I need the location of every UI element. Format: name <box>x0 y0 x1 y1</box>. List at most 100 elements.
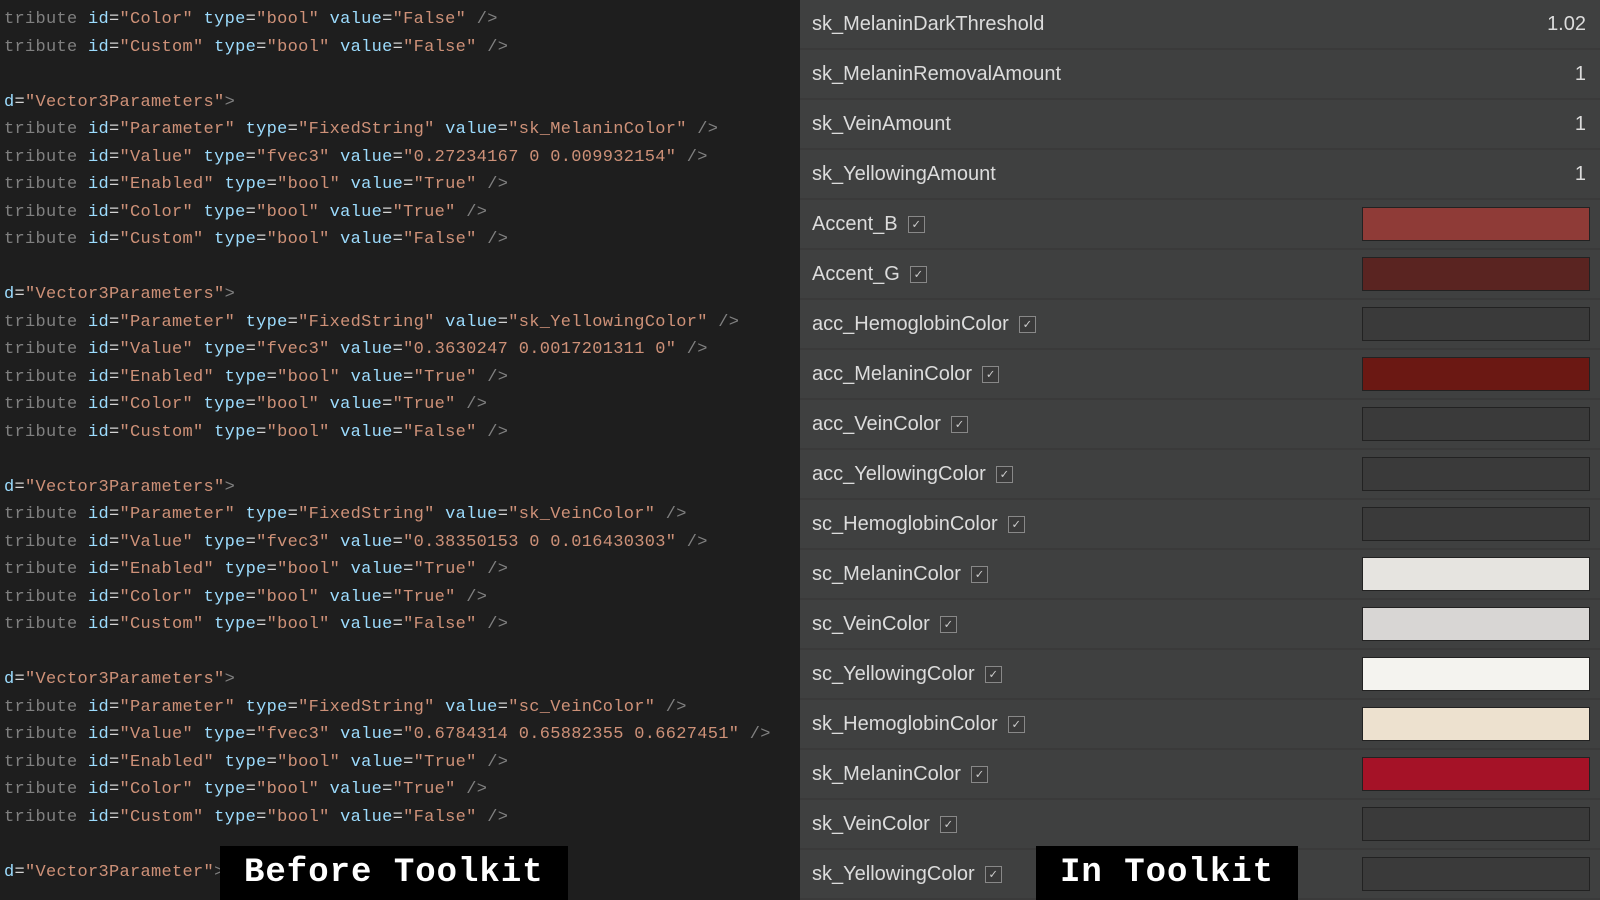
checkbox-icon[interactable]: ✓ <box>982 366 999 383</box>
code-line: tribute id="Enabled" type="bool" value="… <box>4 171 800 199</box>
code-line: tribute id="Color" type="bool" value="Fa… <box>4 6 800 34</box>
code-line: tribute id="Enabled" type="bool" value="… <box>4 364 800 392</box>
code-line <box>4 639 800 667</box>
property-row[interactable]: sk_YellowingAmount1 <box>800 150 1600 200</box>
color-swatch[interactable] <box>1362 457 1590 491</box>
property-label: sc_HemoglobinColor <box>812 513 998 536</box>
color-swatch[interactable] <box>1362 807 1590 841</box>
checkbox-icon[interactable]: ✓ <box>940 816 957 833</box>
property-label: sk_YellowingColor <box>812 863 975 886</box>
color-swatch[interactable] <box>1362 657 1590 691</box>
property-row[interactable]: sc_HemoglobinColor ✓ <box>800 500 1600 550</box>
checkbox-icon[interactable]: ✓ <box>971 566 988 583</box>
property-row[interactable]: acc_VeinColor ✓ <box>800 400 1600 450</box>
code-line: tribute id="Value" type="fvec3" value="0… <box>4 721 800 749</box>
property-row[interactable]: sc_YellowingColor ✓ <box>800 650 1600 700</box>
checkbox-icon[interactable]: ✓ <box>985 866 1002 883</box>
checkbox-icon[interactable]: ✓ <box>910 266 927 283</box>
code-line: tribute id="Parameter" type="FixedString… <box>4 694 800 722</box>
property-row[interactable]: Accent_B✓ <box>800 200 1600 250</box>
code-line: tribute id="Custom" type="bool" value="F… <box>4 226 800 254</box>
checkbox-icon[interactable]: ✓ <box>996 466 1013 483</box>
property-row[interactable]: acc_HemoglobinColor ✓ <box>800 300 1600 350</box>
property-label: sk_VeinAmount <box>812 113 1530 136</box>
color-swatch[interactable] <box>1362 207 1590 241</box>
code-line: d="Vector3Parameters"> <box>4 89 800 117</box>
code-line <box>4 254 800 282</box>
property-label: sk_YellowingAmount <box>812 163 1530 186</box>
property-row[interactable]: Accent_G ✓ <box>800 250 1600 300</box>
color-swatch[interactable] <box>1362 507 1590 541</box>
property-label: acc_YellowingColor <box>812 463 986 486</box>
checkbox-icon[interactable]: ✓ <box>1008 716 1025 733</box>
property-value[interactable]: 1 <box>1530 63 1590 86</box>
property-label: sc_YellowingColor <box>812 663 975 686</box>
code-line: tribute id="Color" type="bool" value="Tr… <box>4 776 800 804</box>
property-label: sk_MelaninDarkThreshold <box>812 13 1530 36</box>
checkbox-icon[interactable]: ✓ <box>1008 516 1025 533</box>
property-label: acc_HemoglobinColor <box>812 313 1009 336</box>
checkbox-icon[interactable]: ✓ <box>985 666 1002 683</box>
property-panel: sk_MelaninDarkThreshold1.02sk_MelaninRem… <box>800 0 1600 900</box>
code-line: d="Vector3Parameters"> <box>4 281 800 309</box>
property-value[interactable]: 1.02 <box>1530 13 1590 36</box>
code-line: tribute id="Custom" type="bool" value="F… <box>4 419 800 447</box>
property-label: acc_MelaninColor <box>812 363 972 386</box>
property-label: sk_MelaninColor <box>812 763 961 786</box>
code-line: tribute id="Color" type="bool" value="Tr… <box>4 391 800 419</box>
caption-before: Before Toolkit <box>220 846 568 900</box>
property-value[interactable]: 1 <box>1530 113 1590 136</box>
property-label: sc_MelaninColor <box>812 563 961 586</box>
color-swatch[interactable] <box>1362 357 1590 391</box>
code-line: d="Vector3Parameters"> <box>4 474 800 502</box>
property-row[interactable]: sk_VeinAmount1 <box>800 100 1600 150</box>
code-line: tribute id="Value" type="fvec3" value="0… <box>4 529 800 557</box>
code-line: tribute id="Parameter" type="FixedString… <box>4 309 800 337</box>
color-swatch[interactable] <box>1362 607 1590 641</box>
code-editor-panel: tribute id="Color" type="bool" value="Fa… <box>0 0 800 900</box>
checkbox-icon[interactable]: ✓ <box>951 416 968 433</box>
property-row[interactable]: sk_MelaninDarkThreshold1.02 <box>800 0 1600 50</box>
property-label: acc_VeinColor <box>812 413 941 436</box>
code-line: tribute id="Enabled" type="bool" value="… <box>4 749 800 777</box>
property-value[interactable]: 1 <box>1530 163 1590 186</box>
code-line <box>4 61 800 89</box>
property-row[interactable]: sk_VeinColor ✓ <box>800 800 1600 850</box>
code-line: tribute id="Parameter" type="FixedString… <box>4 501 800 529</box>
color-swatch[interactable] <box>1362 257 1590 291</box>
code-line: tribute id="Enabled" type="bool" value="… <box>4 556 800 584</box>
color-swatch[interactable] <box>1362 407 1590 441</box>
code-line: tribute id="Value" type="fvec3" value="0… <box>4 336 800 364</box>
property-label: Accent_G <box>812 263 900 286</box>
code-line: tribute id="Color" type="bool" value="Tr… <box>4 199 800 227</box>
property-row[interactable]: sk_MelaninRemovalAmount1 <box>800 50 1600 100</box>
color-swatch[interactable] <box>1362 757 1590 791</box>
property-row[interactable]: sk_HemoglobinColor ✓ <box>800 700 1600 750</box>
property-label: sk_VeinColor <box>812 813 930 836</box>
property-label: sc_VeinColor <box>812 613 930 636</box>
code-line: tribute id="Custom" type="bool" value="F… <box>4 611 800 639</box>
checkbox-icon[interactable]: ✓ <box>971 766 988 783</box>
code-line: tribute id="Parameter" type="FixedString… <box>4 116 800 144</box>
checkbox-icon[interactable]: ✓ <box>908 216 925 233</box>
property-row[interactable]: sc_VeinColor ✓ <box>800 600 1600 650</box>
property-row[interactable]: sk_MelaninColor ✓ <box>800 750 1600 800</box>
code-line <box>4 446 800 474</box>
code-line: tribute id="Custom" type="bool" value="F… <box>4 34 800 62</box>
code-line: tribute id="Color" type="bool" value="Tr… <box>4 584 800 612</box>
color-swatch[interactable] <box>1362 557 1590 591</box>
color-swatch[interactable] <box>1362 707 1590 741</box>
property-row[interactable]: acc_YellowingColor ✓ <box>800 450 1600 500</box>
property-row[interactable]: sc_MelaninColor ✓ <box>800 550 1600 600</box>
code-line: d="Vector3Parameters"> <box>4 666 800 694</box>
checkbox-icon[interactable]: ✓ <box>1019 316 1036 333</box>
code-block: tribute id="Color" type="bool" value="Fa… <box>4 6 800 886</box>
caption-after: In Toolkit <box>1036 846 1298 900</box>
property-label: sk_HemoglobinColor <box>812 713 998 736</box>
property-label: sk_MelaninRemovalAmount <box>812 63 1530 86</box>
property-row[interactable]: acc_MelaninColor ✓ <box>800 350 1600 400</box>
checkbox-icon[interactable]: ✓ <box>940 616 957 633</box>
color-swatch[interactable] <box>1362 307 1590 341</box>
color-swatch[interactable] <box>1362 857 1590 891</box>
code-line: tribute id="Custom" type="bool" value="F… <box>4 804 800 832</box>
